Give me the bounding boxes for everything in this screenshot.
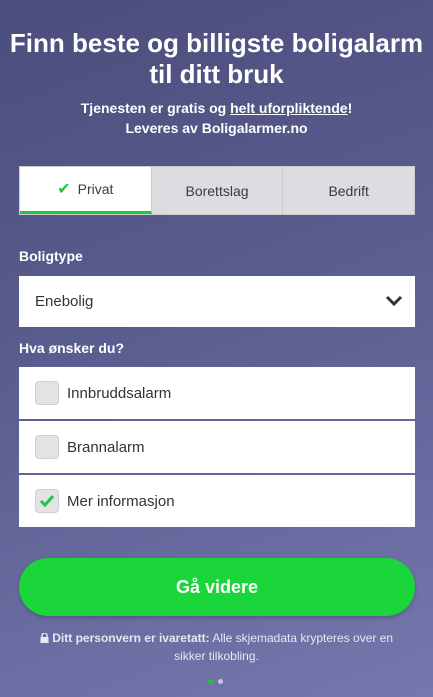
option-innbruddsalarm[interactable]: Innbruddsalarm — [19, 367, 415, 419]
option-label: Mer informasjon — [67, 492, 175, 510]
continue-button[interactable]: Gå videre — [19, 558, 415, 616]
wishes-options: Innbruddsalarm Brannalarm Mer informasjo… — [19, 367, 415, 529]
tagline: Tjenesten er gratis og helt uforpliktend… — [0, 98, 433, 118]
terms-link[interactable]: helt uforpliktende — [230, 100, 347, 116]
wishes-label: Hva ønsker du? — [19, 340, 125, 356]
customer-type-tabs: ✔ Privat Borettslag Bedrift — [19, 166, 415, 215]
option-brannalarm[interactable]: Brannalarm — [19, 421, 415, 473]
lock-icon — [40, 632, 49, 643]
tab-bedrift[interactable]: Bedrift — [283, 167, 415, 214]
subtitle: Tjenesten er gratis og helt uforpliktend… — [0, 98, 433, 138]
provider-text: Leveres av Boligalarmer.no — [125, 120, 308, 136]
tagline-punctuation: ! — [347, 100, 353, 116]
tab-label: Privat — [77, 181, 114, 197]
option-label: Brannalarm — [67, 438, 145, 456]
privacy-notice: Ditt personvern er ivaretatt: Alle skjem… — [30, 629, 403, 665]
checkbox[interactable] — [35, 435, 59, 459]
tab-privat[interactable]: ✔ Privat — [20, 167, 152, 214]
page-dot-active[interactable] — [208, 679, 213, 684]
boligtype-label: Boligtype — [19, 248, 83, 264]
page-title: Finn beste og billigste boligalarm til d… — [9, 28, 424, 89]
checkmark-icon: ✔ — [57, 181, 71, 198]
option-label: Innbruddsalarm — [67, 384, 172, 402]
boligtype-value: Enebolig — [35, 293, 94, 310]
tagline-text: Tjenesten er gratis og — [80, 100, 231, 116]
tab-label: Bedrift — [328, 182, 369, 199]
tab-borettslag[interactable]: Borettslag — [151, 167, 284, 214]
boligtype-select[interactable]: Enebolig — [19, 276, 415, 327]
checkmark-icon — [39, 495, 55, 508]
privacy-heading: Ditt personvern er ivaretatt: — [52, 631, 210, 645]
chevron-down-icon — [385, 295, 403, 307]
checkbox[interactable] — [35, 381, 59, 405]
checkbox-checked[interactable] — [35, 489, 59, 513]
tab-label: Borettslag — [185, 182, 249, 199]
pagination-dots — [208, 679, 223, 684]
option-mer-informasjon[interactable]: Mer informasjon — [19, 475, 415, 527]
page-dot[interactable] — [218, 679, 223, 684]
